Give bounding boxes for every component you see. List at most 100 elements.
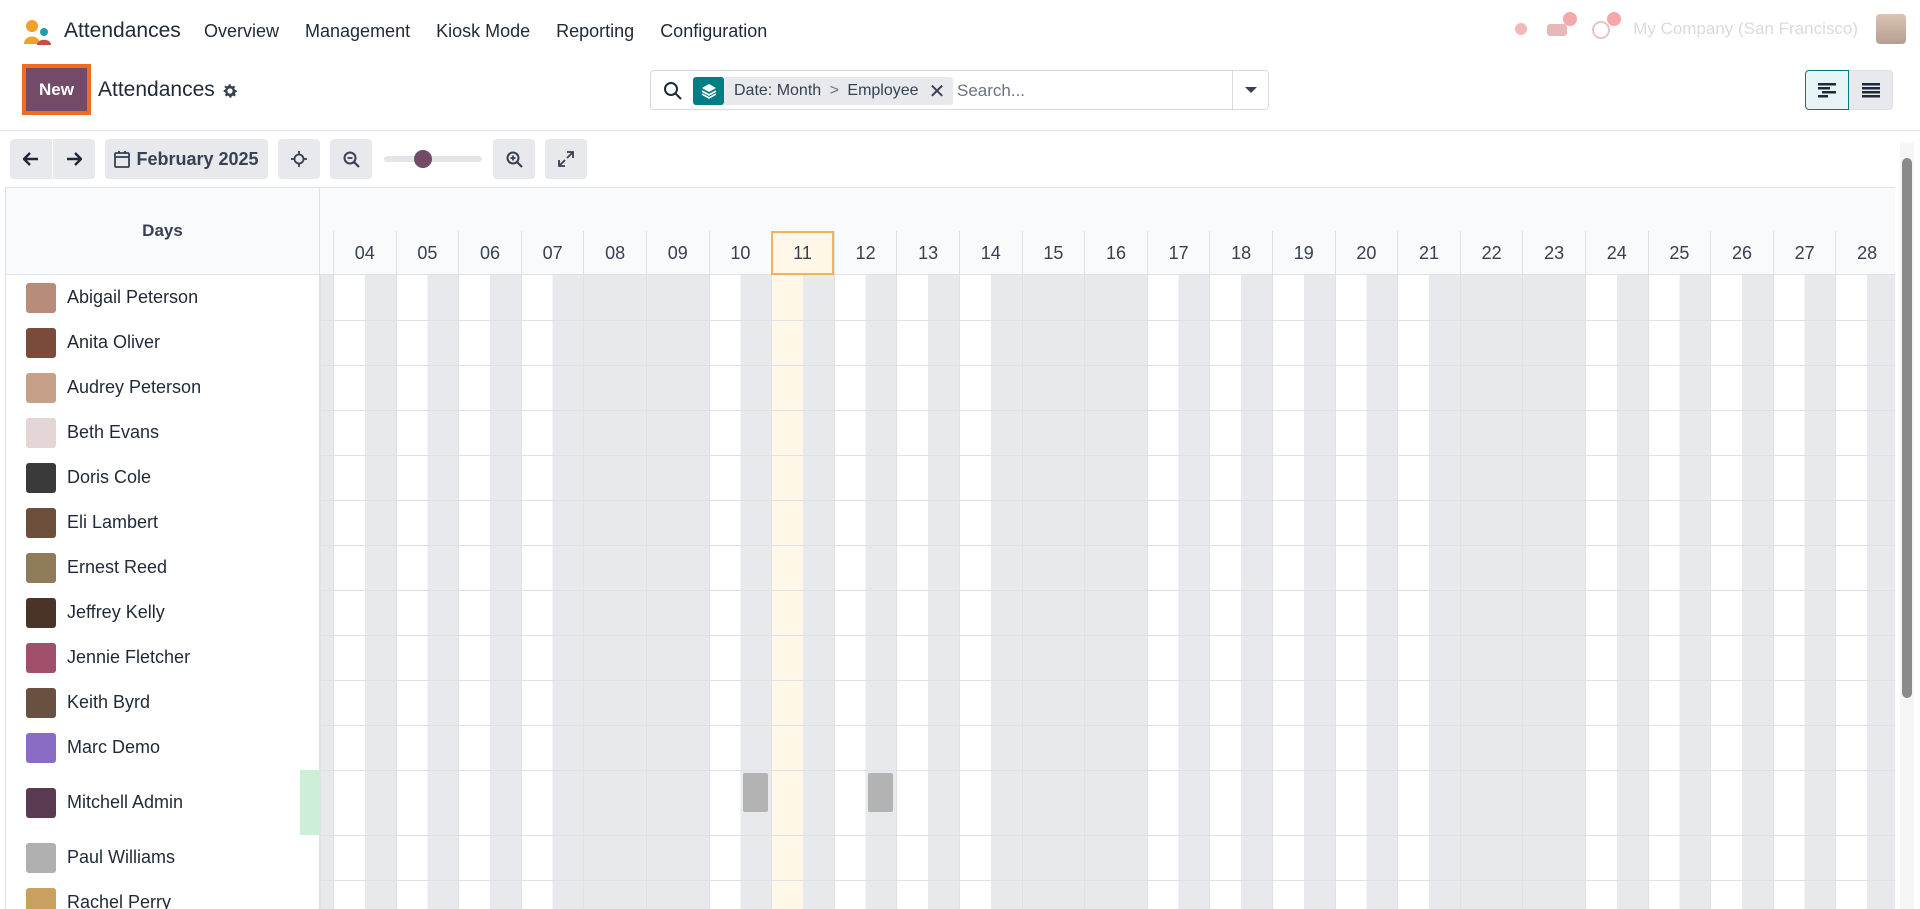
employee-name: Marc Demo [67,737,161,757]
day-column-09[interactable] [646,275,709,909]
menu-configuration[interactable]: Configuration [660,21,767,42]
employee-row-marc-demo[interactable]: Marc Demo [6,725,320,770]
facet-group: Date: Month [734,82,822,99]
company-switcher[interactable]: My Company (San Francisco) [1633,19,1858,39]
gantt-view-icon [1818,83,1836,98]
day-header-14: 14 [959,231,1022,275]
avatar [26,417,56,448]
attendance-pill[interactable] [867,773,893,812]
day-header-20: 20 [1334,231,1398,275]
employee-name: Ernest Reed [67,557,168,577]
day-column-28[interactable] [1835,275,1895,909]
day-column-15[interactable] [1021,275,1085,909]
expand-button[interactable] [545,139,587,179]
employee-row-eli-lambert[interactable]: Eli Lambert [6,500,320,545]
scrollbar-thumb[interactable] [1902,158,1912,698]
focus-today-button[interactable] [278,139,320,179]
employee-row-anita-oliver[interactable]: Anita Oliver [6,320,320,365]
search-facet[interactable]: Date: Month > Employee ✕ [693,77,954,105]
day-column-prev [320,275,333,909]
gantt-view-button[interactable] [1805,70,1849,110]
day-column-06[interactable] [458,275,521,909]
attendance-pill[interactable] [742,773,768,812]
search-input[interactable] [957,78,1217,104]
list-view-icon [1862,83,1880,98]
day-column-25[interactable] [1647,275,1711,909]
employee-row-mitchell-admin[interactable]: Mitchell Admin [6,770,320,835]
employee-name: Paul Williams [67,847,176,867]
day-column-27[interactable] [1772,275,1836,909]
app-title[interactable]: Attendances [64,19,181,43]
day-header-17: 17 [1146,231,1210,275]
menu-management[interactable]: Management [305,21,410,42]
employee-row-abigail-peterson[interactable]: Abigail Peterson [6,275,320,320]
day-column-23[interactable] [1522,275,1585,909]
menu-overview[interactable]: Overview [204,21,279,42]
period-picker[interactable]: February 2025 [105,139,268,179]
day-column-14[interactable] [959,275,1022,909]
employee-name: Mitchell Admin [67,792,184,812]
close-icon[interactable]: ✕ [929,79,954,104]
avatar [26,552,56,583]
day-column-16[interactable] [1084,275,1147,909]
zoom-slider-handle[interactable] [414,150,432,168]
day-column-04[interactable] [333,275,396,909]
user-avatar[interactable] [1876,14,1906,44]
day-header-13: 13 [896,231,959,275]
previous-button[interactable] [10,139,52,179]
next-button[interactable] [53,139,95,179]
employee-row-doris-cole[interactable]: Doris Cole [6,455,320,500]
day-column-12[interactable] [833,275,897,909]
employee-row-ernest-reed[interactable]: Ernest Reed [6,545,320,590]
menu-reporting[interactable]: Reporting [556,21,634,42]
day-header-25: 25 [1647,231,1711,275]
day-column-19[interactable] [1272,275,1335,909]
employee-row-paul-williams[interactable]: Paul Williams [6,835,320,880]
employee-row-beth-evans[interactable]: Beth Evans [6,410,320,455]
zoom-out-button[interactable] [330,139,372,179]
day-header-09: 09 [646,231,709,275]
employee-name: Jennie Fletcher [67,647,191,667]
list-view-button[interactable] [1849,70,1893,110]
avatar [26,842,56,873]
employee-name: Keith Byrd [67,692,151,712]
employee-row-jennie-fletcher[interactable]: Jennie Fletcher [6,635,320,680]
vertical-scrollbar[interactable] [1900,143,1914,909]
avatar [26,507,56,538]
zoom-in-button[interactable] [493,139,535,179]
day-column-18[interactable] [1209,275,1272,909]
day-column-21[interactable] [1397,275,1460,909]
new-button[interactable]: New [26,68,87,111]
day-column-10[interactable] [708,275,772,909]
day-column-20[interactable] [1334,275,1398,909]
day-column-07[interactable] [520,275,584,909]
day-column-13[interactable] [896,275,959,909]
gear-icon[interactable] [221,82,239,100]
messages-icon[interactable] [1589,12,1622,40]
search-options-toggle[interactable] [1232,71,1268,109]
search-icon[interactable] [663,81,683,101]
search-bar: Date: Month > Employee ✕ [650,70,1269,110]
avatar [26,687,56,718]
day-column-11[interactable] [771,275,834,909]
employee-row-audrey-peterson[interactable]: Audrey Peterson [6,365,320,410]
employee-row-rachel-perry[interactable]: Rachel Perry [6,880,320,909]
menu-kiosk-mode[interactable]: Kiosk Mode [436,21,530,42]
day-column-22[interactable] [1459,275,1523,909]
day-header-27: 27 [1772,231,1836,275]
day-column-08[interactable] [583,275,646,909]
day-column-24[interactable] [1585,275,1648,909]
day-column-26[interactable] [1710,275,1773,909]
activity-icon[interactable] [1545,12,1578,40]
day-column-05[interactable] [395,275,459,909]
avatar [26,282,56,313]
employee-row-jeffrey-kelly[interactable]: Jeffrey Kelly [6,590,320,635]
status-dot-icon[interactable] [1515,23,1528,35]
employee-name: Audrey Peterson [67,377,202,397]
attendances-logo-icon[interactable] [22,18,52,46]
zoom-slider-track[interactable] [384,156,482,162]
day-column-17[interactable] [1146,275,1210,909]
employee-row-keith-byrd[interactable]: Keith Byrd [6,680,320,725]
layers-icon [693,77,724,105]
facet-separator: > [829,82,839,99]
